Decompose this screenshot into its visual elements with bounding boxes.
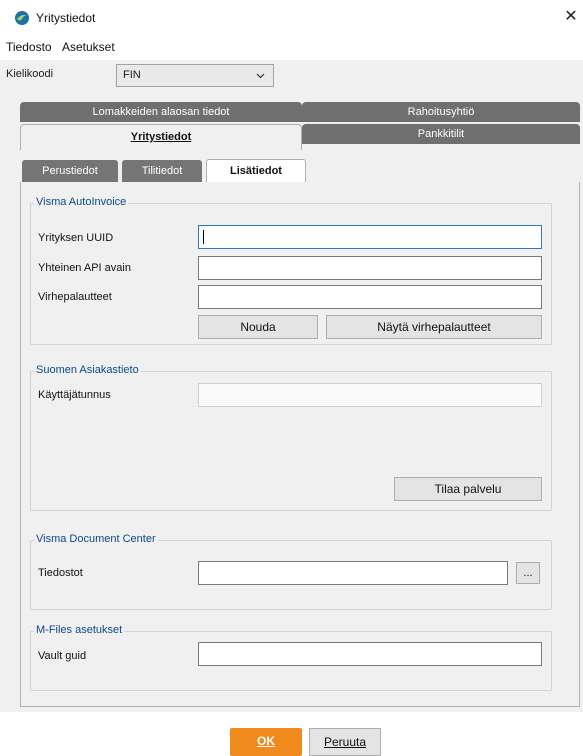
document-center-legend: Visma Document Center	[34, 533, 158, 545]
close-icon[interactable]: ✕	[560, 6, 582, 28]
tab-perustiedot[interactable]: Perustiedot	[22, 160, 118, 182]
tab-label: Lomakkeiden alaosan tiedot	[92, 106, 230, 118]
menu-asetukset[interactable]: Asetukset	[62, 40, 115, 54]
tab-label: Yritystiedot	[130, 131, 192, 143]
language-select-value: FIN	[123, 69, 141, 81]
tab-tilitiedot[interactable]: Tilitiedot	[122, 160, 202, 182]
text-caret	[203, 230, 204, 244]
error-feedback-input[interactable]	[198, 285, 542, 309]
language-select[interactable]: FIN	[116, 64, 274, 87]
show-errors-button[interactable]: Näytä virhepalautteet	[326, 315, 542, 339]
username-label: Käyttäjätunnus	[38, 389, 111, 401]
tab-yritystiedot[interactable]: Yritystiedot	[20, 124, 302, 150]
language-label: Kielikoodi	[6, 68, 54, 80]
chevron-down-icon	[256, 73, 265, 79]
window-title: Yritystiedot	[36, 11, 96, 25]
fetch-button[interactable]: Nouda	[198, 315, 318, 339]
tab-pankkitilit[interactable]: Pankkitilit	[302, 124, 580, 144]
app-logo-icon	[15, 11, 29, 25]
vault-guid-input[interactable]	[198, 642, 542, 666]
vault-guid-label: Vault guid	[38, 650, 87, 662]
ok-button[interactable]: OK	[230, 728, 302, 756]
error-feedback-label: Virhepalautteet	[38, 291, 112, 303]
tab-lisatiedot[interactable]: Lisätiedot	[206, 159, 306, 183]
autoinvoice-legend: Visma AutoInvoice	[34, 196, 129, 208]
asiakastieto-legend: Suomen Asiakastieto	[34, 364, 141, 376]
cancel-label: Peruuta	[323, 735, 367, 749]
tab-label: Pankkitilit	[417, 128, 465, 140]
api-key-input[interactable]	[198, 256, 542, 280]
tab-rahoitusyhtio[interactable]: Rahoitusyhtiö	[302, 102, 580, 122]
mfiles-legend: M-Files asetukset	[34, 624, 125, 636]
tab-lomakkeiden-alaosan-tiedot[interactable]: Lomakkeiden alaosan tiedot	[20, 102, 302, 122]
ok-label: OK	[257, 734, 275, 748]
username-input[interactable]	[198, 383, 542, 407]
files-input[interactable]	[198, 561, 508, 585]
uuid-input[interactable]	[198, 225, 542, 249]
uuid-label: Yrityksen UUID	[38, 232, 114, 244]
files-label: Tiedostot	[38, 567, 83, 579]
menu-tiedosto[interactable]: Tiedosto	[6, 40, 52, 54]
api-key-label: Yhteinen API avain	[38, 262, 131, 274]
browse-button[interactable]: ...	[516, 562, 540, 584]
tab-label: Rahoitusyhtiö	[407, 106, 475, 118]
cancel-button[interactable]: Peruuta	[309, 728, 381, 756]
order-service-button[interactable]: Tilaa palvelu	[394, 477, 542, 501]
